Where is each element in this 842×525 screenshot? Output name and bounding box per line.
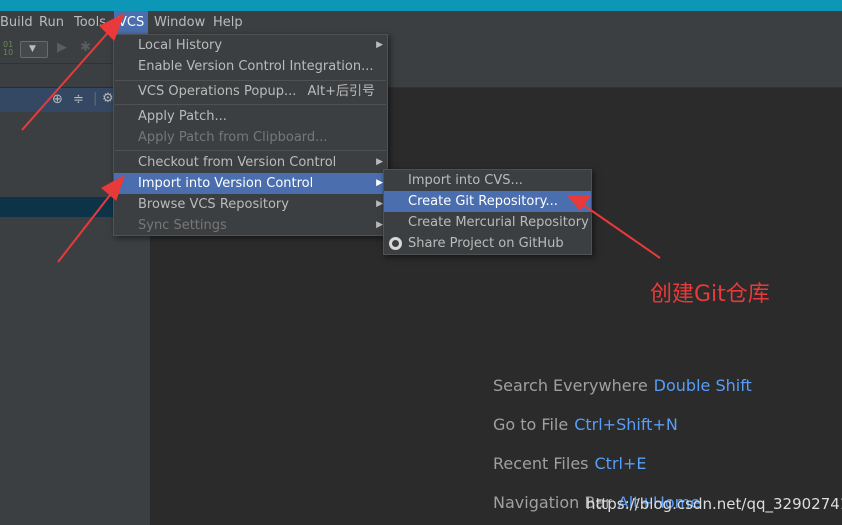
hint-go-to-file: Go to File Ctrl+Shift+N xyxy=(493,415,678,434)
submenu-arrow-icon: ▶ xyxy=(376,157,383,167)
menu-bar: Build Run Tools VCS Window Help xyxy=(0,11,842,34)
menu-item-label: Local History xyxy=(138,38,223,53)
menu-help[interactable]: Help xyxy=(209,11,247,34)
collapse-icon[interactable]: ≑ xyxy=(73,93,84,107)
menu-item-enable-vcs-integration[interactable]: Enable Version Control Integration... xyxy=(114,56,387,77)
menu-item-label: Create Mercurial Repository xyxy=(408,215,589,230)
debug-icon[interactable]: ✱ xyxy=(80,41,91,55)
menu-tools[interactable]: Tools xyxy=(70,11,110,34)
menu-item-label: Enable Version Control Integration... xyxy=(138,59,374,74)
menu-item-sync-settings: Sync Settings ▶ xyxy=(114,215,387,236)
menu-item-checkout-from-vcs[interactable]: Checkout from Version Control ▶ xyxy=(114,152,387,173)
hint-search-everywhere: Search Everywhere Double Shift xyxy=(493,376,752,395)
window-title-bar xyxy=(0,0,842,11)
menu-window[interactable]: Window xyxy=(150,11,209,34)
menu-vcs[interactable]: VCS xyxy=(114,11,149,34)
divider: | xyxy=(93,91,98,106)
menu-build[interactable]: Build xyxy=(0,11,37,34)
menu-item-vcs-operations-popup[interactable]: VCS Operations Popup... Alt+后引号 xyxy=(114,81,387,102)
submenu-arrow-icon: ▶ xyxy=(376,220,383,230)
menu-item-create-mercurial-repository[interactable]: Create Mercurial Repository xyxy=(384,212,591,233)
menu-item-label: Import into Version Control xyxy=(138,176,314,191)
menu-item-label: Import into CVS... xyxy=(408,173,523,188)
hint-label: Search Everywhere xyxy=(493,376,648,395)
hint-shortcut: Double Shift xyxy=(653,376,752,395)
gear-icon[interactable]: ⚙ xyxy=(102,92,114,106)
chevron-down-icon: ▼ xyxy=(29,44,36,54)
run-icon[interactable]: ▶ xyxy=(57,41,67,55)
menu-item-label: Apply Patch... xyxy=(138,109,227,124)
menu-item-share-on-github[interactable]: Share Project on GitHub xyxy=(384,233,591,254)
menu-item-import-into-vcs[interactable]: Import into Version Control ▶ xyxy=(114,173,387,194)
menu-item-label: Apply Patch from Clipboard... xyxy=(138,130,328,145)
menu-item-create-git-repository[interactable]: Create Git Repository... xyxy=(384,191,591,212)
menu-item-label: Share Project on GitHub xyxy=(408,236,564,251)
hint-label: Recent Files xyxy=(493,454,589,473)
watermark: https://blog.csdn.net/qq_32902741 xyxy=(586,495,842,513)
menu-separator xyxy=(115,150,386,151)
menu-run[interactable]: Run xyxy=(35,11,68,34)
menu-item-apply-patch-clipboard: Apply Patch from Clipboard... xyxy=(114,127,387,148)
menu-item-browse-vcs-repository[interactable]: Browse VCS Repository ▶ xyxy=(114,194,387,215)
menu-item-label: Browse VCS Repository xyxy=(138,197,289,212)
hint-label: Go to File xyxy=(493,415,569,434)
annotation-create-git-repo: 创建Git仓库 xyxy=(650,282,770,307)
hint-shortcut: Ctrl+Shift+N xyxy=(574,415,678,434)
menu-item-apply-patch[interactable]: Apply Patch... xyxy=(114,106,387,127)
submenu-arrow-icon: ▶ xyxy=(376,40,383,50)
menu-item-label: Sync Settings xyxy=(138,218,227,233)
menu-item-label: Checkout from Version Control xyxy=(138,155,337,170)
github-icon xyxy=(389,237,402,250)
submenu-arrow-icon: ▶ xyxy=(376,199,383,209)
menu-item-shortcut: Alt+后引号 xyxy=(307,84,376,99)
menu-item-local-history[interactable]: Local History ▶ xyxy=(114,35,387,56)
submenu-arrow-icon: ▶ xyxy=(376,178,383,188)
hint-recent-files: Recent Files Ctrl+E xyxy=(493,454,646,473)
import-submenu: Import into CVS... Create Git Repository… xyxy=(383,169,592,255)
menu-item-label: Create Git Repository... xyxy=(408,194,558,209)
vcs-menu: Local History ▶ Enable Version Control In… xyxy=(113,34,388,236)
editor-tab-strip xyxy=(387,64,842,88)
menu-item-import-into-cvs[interactable]: Import into CVS... xyxy=(384,170,591,191)
locate-icon[interactable]: ⊕ xyxy=(52,93,63,107)
menu-item-label: VCS Operations Popup... xyxy=(138,84,297,99)
toolbar-extension xyxy=(387,34,842,64)
menu-separator xyxy=(115,104,386,105)
build-icon[interactable]: 01 10 xyxy=(3,41,13,57)
hint-shortcut: Ctrl+E xyxy=(594,454,647,473)
